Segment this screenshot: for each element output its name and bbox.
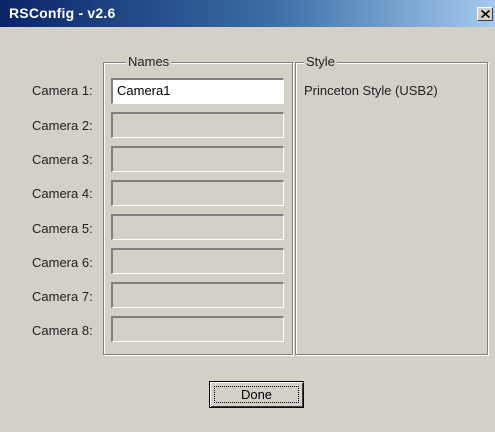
camera-2-name-field[interactable] — [111, 112, 284, 138]
style-groupbox — [295, 62, 488, 355]
title-bar[interactable]: RSConfig - v2.6 — [0, 0, 495, 27]
camera-6-name-field[interactable] — [111, 248, 284, 274]
camera-8-label: Camera 8: — [32, 323, 93, 338]
camera-4-label: Camera 4: — [32, 186, 93, 201]
camera-7-label: Camera 7: — [32, 289, 93, 304]
close-button[interactable] — [477, 7, 493, 21]
window-title: RSConfig - v2.6 — [9, 5, 116, 21]
camera-6-label: Camera 6: — [32, 255, 93, 270]
camera-4-name-field[interactable] — [111, 180, 284, 206]
names-group-label: Names — [126, 54, 172, 69]
camera-1-name-field[interactable]: Camera1 — [111, 78, 284, 104]
camera-5-label: Camera 5: — [32, 221, 93, 236]
camera-style-value: Princeton Style (USB2) — [304, 83, 438, 98]
camera-2-label: Camera 2: — [32, 118, 93, 133]
camera-5-name-field[interactable] — [111, 214, 284, 240]
camera-8-name-field[interactable] — [111, 316, 284, 342]
style-group-label: Style — [304, 54, 337, 69]
done-button-label: Done — [240, 387, 273, 402]
camera-1-label: Camera 1: — [32, 83, 93, 98]
done-button[interactable]: Done — [209, 381, 304, 408]
camera-7-name-field[interactable] — [111, 282, 284, 308]
names-groupbox — [103, 62, 293, 355]
close-icon — [481, 10, 490, 18]
camera-3-label: Camera 3: — [32, 152, 93, 167]
rsconfig-dialog: RSConfig - v2.6 Names Style Princeton St… — [0, 0, 495, 432]
camera-3-name-field[interactable] — [111, 146, 284, 172]
